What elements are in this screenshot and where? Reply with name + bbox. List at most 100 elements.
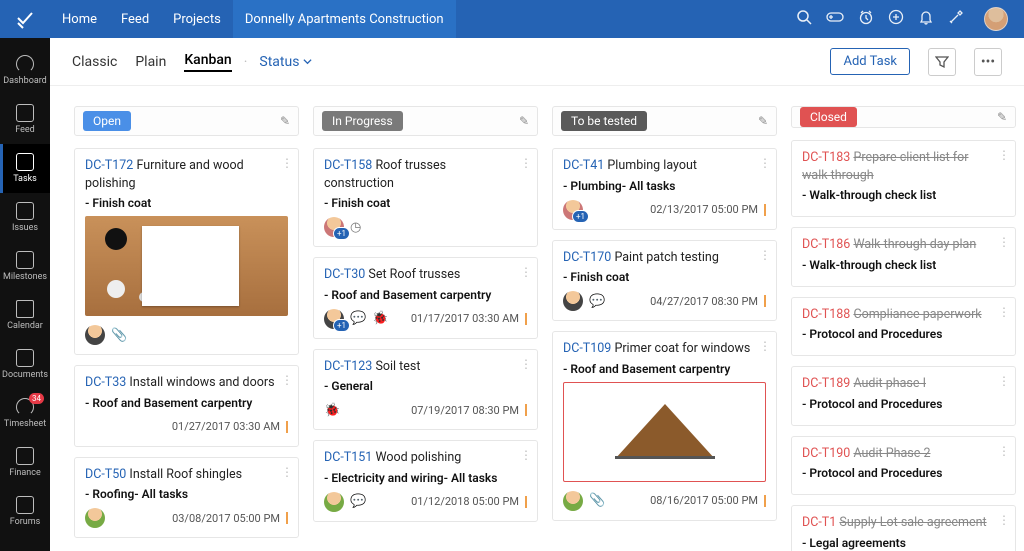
rail-tasks[interactable]: Tasks — [0, 144, 50, 193]
column-edit-icon[interactable]: ✎ — [280, 114, 290, 128]
status-dropdown[interactable]: Status — [259, 54, 312, 70]
card-more-icon[interactable]: ⋮ — [520, 265, 531, 279]
rail-timesheet[interactable]: 34Timesheet — [0, 389, 50, 438]
nav-home[interactable]: Home — [50, 0, 109, 38]
card-more-icon[interactable]: ⋮ — [520, 156, 531, 170]
comment-icon[interactable]: 💬 — [350, 311, 366, 326]
card-more-icon[interactable]: ⋮ — [281, 465, 292, 479]
assignee-avatar[interactable] — [85, 325, 105, 345]
card-more-icon[interactable]: ⋮ — [998, 235, 1009, 249]
card-more-icon[interactable]: ⋮ — [998, 305, 1009, 319]
task-card[interactable]: ⋮ DC-T151 Wood polishing - Electricity a… — [313, 440, 538, 522]
assignee-avatar[interactable]: +1 — [324, 217, 344, 237]
nav-projects[interactable]: Projects — [161, 0, 233, 38]
rail-documents-label: Documents — [2, 370, 48, 380]
rail-calendar[interactable]: Calendar — [0, 291, 50, 340]
card-more-icon[interactable]: ⋮ — [998, 374, 1009, 388]
assignee-avatar[interactable]: +1 — [324, 309, 344, 329]
card-more-icon[interactable]: ⋮ — [998, 513, 1009, 527]
column-header-inprogress: In Progress ✎ — [313, 106, 538, 136]
add-task-button[interactable]: Add Task — [830, 48, 910, 75]
rail-issues[interactable]: Issues — [0, 193, 50, 242]
task-card[interactable]: ⋮ DC-T50 Install Roof shingles - Roofing… — [74, 457, 299, 539]
card-more-icon[interactable]: ⋮ — [520, 448, 531, 462]
bug-icon[interactable]: 🐞 — [372, 311, 388, 326]
task-card[interactable]: ⋮ DC-T109 Primer coat for windows - Roof… — [552, 331, 777, 521]
assignee-avatar[interactable]: +1 — [563, 200, 583, 220]
task-id: DC-T183 — [802, 150, 850, 165]
rail-dashboard[interactable]: Dashboard — [0, 46, 50, 95]
rail-dashboard-label: Dashboard — [3, 76, 47, 86]
column-pill-closed: Closed — [800, 107, 857, 127]
assignee-avatar[interactable] — [324, 492, 344, 512]
rail-feed[interactable]: Feed — [0, 95, 50, 144]
column-edit-icon[interactable]: ✎ — [997, 110, 1007, 124]
bell-icon[interactable] — [918, 9, 934, 29]
more-button[interactable]: ••• — [974, 48, 1002, 76]
clock-icon[interactable] — [858, 9, 874, 29]
assignee-avatar[interactable] — [563, 491, 583, 511]
task-thumbnail — [563, 382, 766, 482]
view-kanban[interactable]: Kanban — [184, 52, 231, 72]
task-card[interactable]: ⋮ DC-T33 Install windows and doors - Roo… — [74, 365, 299, 447]
view-classic[interactable]: Classic — [72, 54, 117, 70]
user-avatar[interactable] — [984, 7, 1008, 31]
card-more-icon[interactable]: ⋮ — [998, 444, 1009, 458]
task-card[interactable]: ⋮ DC-T41 Plumbing layout - Plumbing- All… — [552, 148, 777, 230]
card-more-icon[interactable]: ⋮ — [759, 248, 770, 262]
view-plain[interactable]: Plain — [135, 54, 166, 70]
task-card[interactable]: ⋮ DC-T188 Compliance paperwork - Protoco… — [791, 297, 1016, 357]
card-more-icon[interactable]: ⋮ — [520, 357, 531, 371]
column-header-tobetested: To be tested ✎ — [552, 106, 777, 136]
task-card[interactable]: ⋮ DC-T123 Soil test - General 🐞07/19/201… — [313, 349, 538, 431]
bug-icon[interactable]: 🐞 — [324, 403, 340, 418]
task-subtitle: - General — [324, 379, 527, 393]
assignee-avatar[interactable] — [563, 291, 583, 311]
rail-forums[interactable]: Forums — [0, 487, 50, 536]
task-card[interactable]: ⋮ DC-T183 Prepare client list for walk t… — [791, 140, 1016, 217]
comment-icon[interactable]: 💬 — [350, 494, 366, 509]
card-more-icon[interactable]: ⋮ — [998, 148, 1009, 162]
task-timestamp: 01/12/2018 05:00 PM — [411, 495, 519, 508]
nav-feed[interactable]: Feed — [109, 0, 161, 38]
column-edit-icon[interactable]: ✎ — [758, 114, 768, 128]
rail-documents[interactable]: Documents — [0, 340, 50, 389]
content-area: Classic Plain Kanban · Status Add Task •… — [50, 38, 1024, 551]
task-subtitle: - Protocol and Procedures — [802, 327, 1005, 341]
task-title: Wood polishing — [375, 450, 461, 465]
rail-finance[interactable]: Finance — [0, 438, 50, 487]
assignee-avatar[interactable] — [85, 508, 105, 528]
card-more-icon[interactable]: ⋮ — [281, 373, 292, 387]
filter-button[interactable] — [928, 48, 956, 76]
column-edit-icon[interactable]: ✎ — [519, 114, 529, 128]
nav-current-project[interactable]: Donnelly Apartments Construction — [233, 0, 456, 38]
attachment-icon[interactable]: 📎 — [111, 328, 127, 343]
task-timestamp: 03/08/2017 05:00 PM — [172, 512, 280, 525]
task-card[interactable]: ⋮ DC-T172 Furniture and wood polishing -… — [74, 148, 299, 355]
task-card[interactable]: ⋮ DC-T1 Supply Lot sale agreement - Lega… — [791, 505, 1016, 551]
task-id: DC-T170 — [563, 250, 611, 265]
gamepad-icon[interactable] — [826, 10, 844, 28]
separator-dot: · — [244, 54, 248, 70]
task-id: DC-T190 — [802, 446, 850, 461]
task-card[interactable]: ⋮ DC-T189 Audit phase I - Protocol and P… — [791, 366, 1016, 426]
tools-icon[interactable] — [948, 9, 964, 29]
task-card[interactable]: ⋮ DC-T186 Walk through day plan - Walk-t… — [791, 227, 1016, 287]
task-subtitle: - Walk-through check list — [802, 188, 1005, 202]
task-title: Primer coat for windows — [614, 341, 750, 356]
task-card[interactable]: ⋮ DC-T170 Paint patch testing - Finish c… — [552, 240, 777, 322]
card-more-icon[interactable]: ⋮ — [281, 156, 292, 170]
card-more-icon[interactable]: ⋮ — [759, 339, 770, 353]
card-more-icon[interactable]: ⋮ — [759, 156, 770, 170]
task-card[interactable]: ⋮ DC-T190 Audit Phase 2 - Protocol and P… — [791, 436, 1016, 496]
rail-milestones[interactable]: Milestones — [0, 242, 50, 291]
clock-icon: ◷ — [350, 220, 361, 235]
task-card[interactable]: ⋮ DC-T30 Set Roof trusses - Roof and Bas… — [313, 257, 538, 339]
search-icon[interactable] — [796, 9, 812, 29]
plus-icon[interactable] — [888, 9, 904, 29]
comment-icon[interactable]: 💬 — [589, 294, 605, 309]
logo-icon[interactable] — [0, 9, 50, 29]
task-card[interactable]: ⋮ DC-T158 Roof trusses construction - Fi… — [313, 148, 538, 247]
task-id: DC-T151 — [324, 450, 372, 465]
attachment-icon[interactable]: 📎 — [589, 493, 605, 508]
